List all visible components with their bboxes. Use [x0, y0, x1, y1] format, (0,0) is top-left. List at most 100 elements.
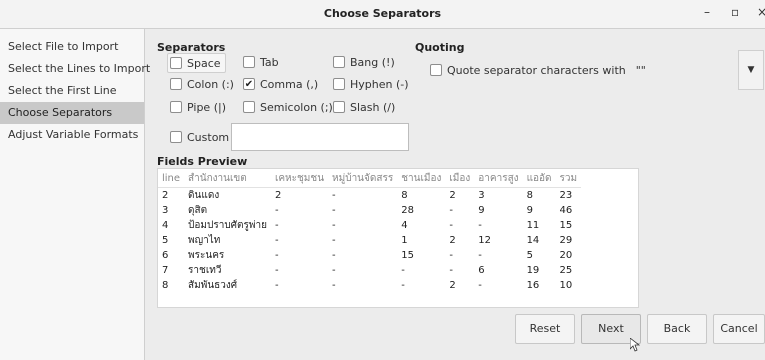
- tab-label: Tab: [260, 55, 279, 69]
- comma-checkbox[interactable]: ✔ Comma (,): [243, 75, 318, 93]
- table-cell: 14: [526, 235, 540, 246]
- table-row: 7 ราชเทวี - - - - 6 19 25: [158, 263, 581, 278]
- table-cell: ดินแดง: [188, 190, 220, 201]
- table-header-row: line สำนักงานเขต เคหะชุมชน หมู่บ้านจัดสร…: [158, 169, 582, 188]
- minimize-icon[interactable]: –: [704, 5, 710, 19]
- table-cell: -: [274, 220, 279, 231]
- table-row: 5 พญาไท - - 1 2 12 14 29: [158, 233, 581, 248]
- table-cell: 29: [559, 235, 573, 246]
- custom-checkbox[interactable]: Custom: [170, 128, 229, 146]
- pipe-checkbox[interactable]: Pipe (|): [170, 98, 226, 116]
- reset-button[interactable]: Reset: [515, 314, 575, 344]
- custom-separator-input[interactable]: [231, 123, 409, 151]
- column-header: หมู่บ้านจัดสรร: [328, 169, 398, 188]
- sidebar-item-select-lines[interactable]: Select the Lines to Import: [0, 58, 150, 80]
- table-cell: 15: [559, 220, 573, 231]
- checkbox-icon: [170, 131, 182, 143]
- sidebar-item-choose-separators[interactable]: Choose Separators: [0, 102, 144, 124]
- table-cell: 2: [449, 190, 456, 201]
- column-header: เคหะชุมชน: [270, 169, 329, 188]
- table-cell: 10: [559, 280, 573, 291]
- sidebar-item-select-file[interactable]: Select File to Import: [0, 36, 144, 58]
- table-cell: -: [449, 265, 453, 276]
- table-cell: 2: [449, 235, 456, 246]
- main-panel: Separators Space Tab Bang (!) Colon (:) …: [145, 29, 765, 360]
- column-header: สำนักงานเขต: [184, 169, 271, 188]
- column-header: เมือง: [445, 169, 475, 188]
- sidebar-item-first-line[interactable]: Select the First Line: [0, 80, 144, 102]
- table-cell: -: [332, 250, 336, 261]
- table-cell: พระนคร: [188, 250, 225, 261]
- column-header: แออัด: [522, 169, 556, 188]
- quote-dropdown-button[interactable]: ▼: [738, 50, 764, 90]
- table-cell: -: [332, 220, 336, 231]
- table-cell: 16: [526, 280, 540, 291]
- table-cell: -: [274, 265, 279, 276]
- back-button[interactable]: Back: [647, 314, 707, 344]
- table-cell: -: [274, 280, 279, 291]
- table-cell: 3: [478, 190, 485, 201]
- column-header: รวม: [555, 169, 582, 188]
- table-cell: -: [332, 235, 336, 246]
- table-cell: -: [449, 205, 453, 216]
- quote-label: Quote separator characters with: [447, 63, 626, 77]
- colon-checkbox[interactable]: Colon (:): [170, 75, 234, 93]
- hyphen-checkbox[interactable]: Hyphen (-): [333, 75, 409, 93]
- checkbox-icon: [333, 56, 345, 68]
- table-row: 4 ป้อมปราบศัตรูพ่าย - - 4 - - 11 15: [158, 218, 581, 233]
- quote-checkbox[interactable]: Quote separator characters with "": [430, 61, 646, 79]
- slash-checkbox[interactable]: Slash (/): [333, 98, 395, 116]
- table-cell: -: [478, 280, 482, 291]
- table-row: 2 ดินแดง 2 - 8 2 3 8 23: [158, 188, 581, 204]
- table-cell: ป้อมปราบศัตรูพ่าย: [188, 220, 267, 231]
- bang-checkbox[interactable]: Bang (!): [333, 53, 395, 71]
- table-cell: 8: [162, 280, 169, 291]
- table-row: 6 พระนคร - - 15 - - 5 20: [158, 248, 581, 263]
- title-bar: Choose Separators – ▫ ×: [0, 0, 765, 29]
- table-cell: 23: [559, 190, 573, 201]
- table-cell: 8: [401, 190, 408, 201]
- checkmark-icon: ✔: [243, 78, 255, 90]
- column-header: line: [158, 169, 185, 188]
- table-cell: 20: [559, 250, 573, 261]
- slash-label: Slash (/): [350, 100, 396, 114]
- table-cell: 12: [478, 235, 491, 246]
- table-cell: 3: [162, 205, 169, 216]
- table-cell: 6: [478, 265, 485, 276]
- semicolon-checkbox[interactable]: Semicolon (;): [243, 98, 333, 116]
- table-cell: 9: [478, 205, 485, 216]
- table-cell: -: [332, 265, 336, 276]
- table-cell: 28: [401, 205, 414, 216]
- column-header: ชานเมือง: [397, 169, 446, 188]
- fields-preview-heading: Fields Preview: [157, 155, 248, 168]
- table-row: 3 ดุสิต - - 28 - 9 9 46: [158, 203, 581, 218]
- maximize-icon[interactable]: ▫: [731, 5, 739, 19]
- table-cell: 19: [526, 265, 540, 276]
- table-cell: -: [332, 205, 336, 216]
- tab-checkbox[interactable]: Tab: [243, 53, 279, 71]
- semicolon-label: Semicolon (;): [260, 100, 333, 114]
- checkbox-icon: [243, 101, 255, 113]
- pipe-label: Pipe (|): [187, 100, 226, 114]
- fields-preview-table: line สำนักงานเขต เคหะชุมชน หมู่บ้านจัดสร…: [157, 168, 639, 308]
- table-cell: -: [332, 280, 336, 291]
- table-cell: 2: [274, 190, 282, 201]
- table-cell: -: [274, 250, 279, 261]
- comma-label: Comma (,): [260, 77, 319, 91]
- table-cell: ดุสิต: [188, 205, 208, 216]
- space-checkbox[interactable]: Space: [167, 53, 226, 73]
- mouse-cursor-icon: [630, 338, 640, 352]
- close-icon[interactable]: ×: [757, 5, 765, 19]
- sidebar-item-variable-formats[interactable]: Adjust Variable Formats: [0, 124, 144, 146]
- table-cell: 1: [401, 235, 408, 246]
- table-cell: 11: [526, 220, 540, 231]
- chevron-down-icon: ▼: [747, 65, 755, 75]
- table-cell: 4: [162, 220, 169, 231]
- window-title: Choose Separators: [323, 7, 442, 20]
- table-cell: -: [401, 280, 405, 291]
- column-header: อาคารสูง: [474, 169, 523, 188]
- checkbox-icon: [333, 78, 345, 90]
- hyphen-label: Hyphen (-): [350, 77, 409, 91]
- cancel-button[interactable]: Cancel: [713, 314, 765, 344]
- table-cell: 25: [559, 265, 573, 276]
